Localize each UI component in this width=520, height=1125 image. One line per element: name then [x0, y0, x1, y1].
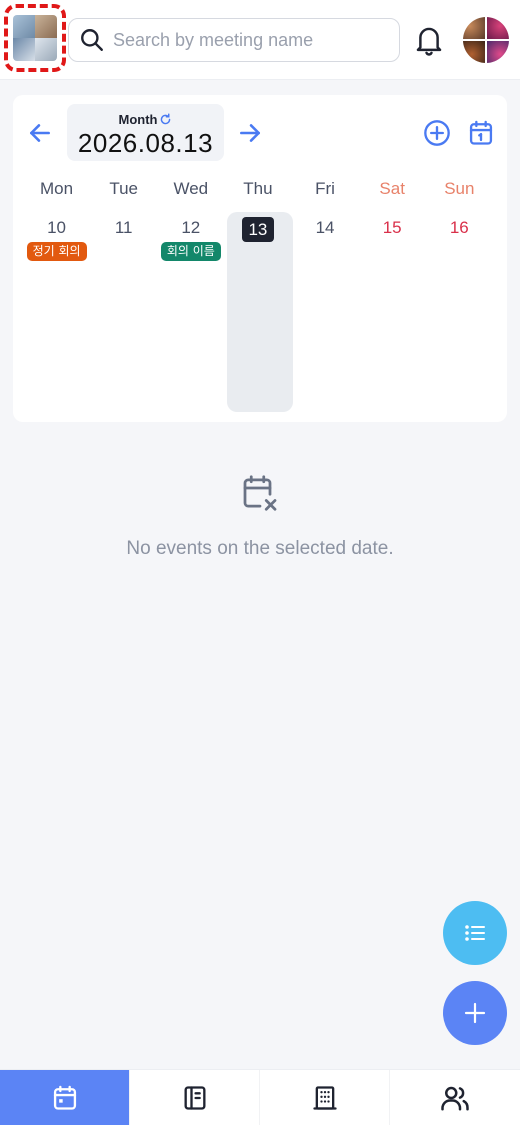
search-box[interactable] — [68, 18, 400, 62]
day-cell-15[interactable]: 15 — [359, 217, 426, 261]
day-number: 14 — [315, 218, 335, 237]
day-cell-14[interactable]: 14 — [292, 217, 359, 261]
bottom-navigation — [0, 1069, 520, 1125]
top-header — [0, 0, 520, 80]
notebook-icon — [184, 1086, 205, 1110]
prev-month-button[interactable] — [26, 119, 54, 147]
weekday-tue: Tue — [109, 179, 139, 198]
view-mode-label: Month — [118, 112, 158, 127]
day-cell-11[interactable]: 11 — [90, 217, 157, 261]
nav-notes[interactable] — [130, 1070, 260, 1125]
day-number: 15 — [382, 218, 402, 237]
notification-button[interactable] — [412, 22, 446, 58]
weekday-mon: Mon — [40, 179, 74, 198]
day-number-today: 13 — [241, 217, 274, 242]
plus-icon — [464, 1002, 486, 1024]
list-view-button[interactable] — [443, 901, 507, 965]
nav-organization[interactable] — [260, 1070, 390, 1125]
day-number: 16 — [449, 218, 469, 237]
day-cell-10[interactable]: 10 정기 회의 — [23, 217, 90, 261]
week-days-row: 10 정기 회의 11 12 회의 이름 13 14 15 16 — [23, 217, 493, 261]
add-event-button[interactable] — [423, 119, 451, 147]
day-number: 10 — [47, 218, 67, 237]
empty-message: No events on the selected date. — [126, 538, 394, 559]
event-chip[interactable]: 정기 회의 — [26, 242, 87, 261]
empty-state: No events on the selected date. — [0, 473, 520, 560]
arrow-left-icon — [30, 124, 50, 142]
list-icon — [465, 925, 485, 941]
bell-icon — [416, 27, 442, 56]
calendar-icon — [53, 1085, 76, 1110]
building-icon — [312, 1086, 337, 1110]
search-input[interactable] — [113, 29, 383, 51]
day-cell-13[interactable]: 13 — [224, 217, 291, 261]
plus-circle-icon — [424, 120, 450, 146]
weekday-thu: Thu — [243, 179, 273, 198]
users-icon — [441, 1086, 469, 1111]
create-meeting-button[interactable] — [443, 981, 507, 1045]
event-chip[interactable]: 회의 이름 — [160, 242, 221, 261]
day-cell-12[interactable]: 12 회의 이름 — [157, 217, 224, 261]
nav-members[interactable] — [390, 1070, 520, 1125]
next-month-button[interactable] — [236, 119, 264, 147]
weekday-sun: Sun — [444, 179, 475, 198]
nav-calendar[interactable] — [0, 1070, 130, 1125]
day-number: 11 — [114, 218, 133, 237]
arrow-right-icon — [240, 124, 260, 142]
weekday-header-row: Mon Tue Wed Thu Fri Sat Sun — [23, 179, 493, 199]
day-cell-16[interactable]: 16 — [426, 217, 493, 261]
refresh-icon — [161, 113, 171, 125]
album-thumbnail-button[interactable] — [4, 4, 66, 72]
go-to-today-button[interactable] — [467, 119, 495, 147]
calendar-today-icon — [469, 120, 493, 145]
day-number: 12 — [181, 218, 201, 237]
search-icon — [81, 29, 103, 51]
date-selector[interactable]: Month 2026.08.13 — [67, 104, 224, 161]
weekday-sat: Sat — [379, 179, 405, 198]
view-mode-toggle[interactable]: Month — [67, 112, 224, 127]
calendar-x-icon — [243, 475, 277, 511]
app-screen: Month 2026.08.13 — [0, 0, 520, 1125]
album-thumbnail-icon — [13, 15, 57, 61]
weekday-fri: Fri — [315, 179, 335, 198]
weekday-wed: Wed — [173, 179, 209, 198]
avatar[interactable] — [463, 17, 509, 63]
calendar-card: Month 2026.08.13 Mon Tue Wed Thu Fri Sat… — [13, 95, 507, 422]
selected-date: 2026.08.13 — [77, 128, 214, 158]
